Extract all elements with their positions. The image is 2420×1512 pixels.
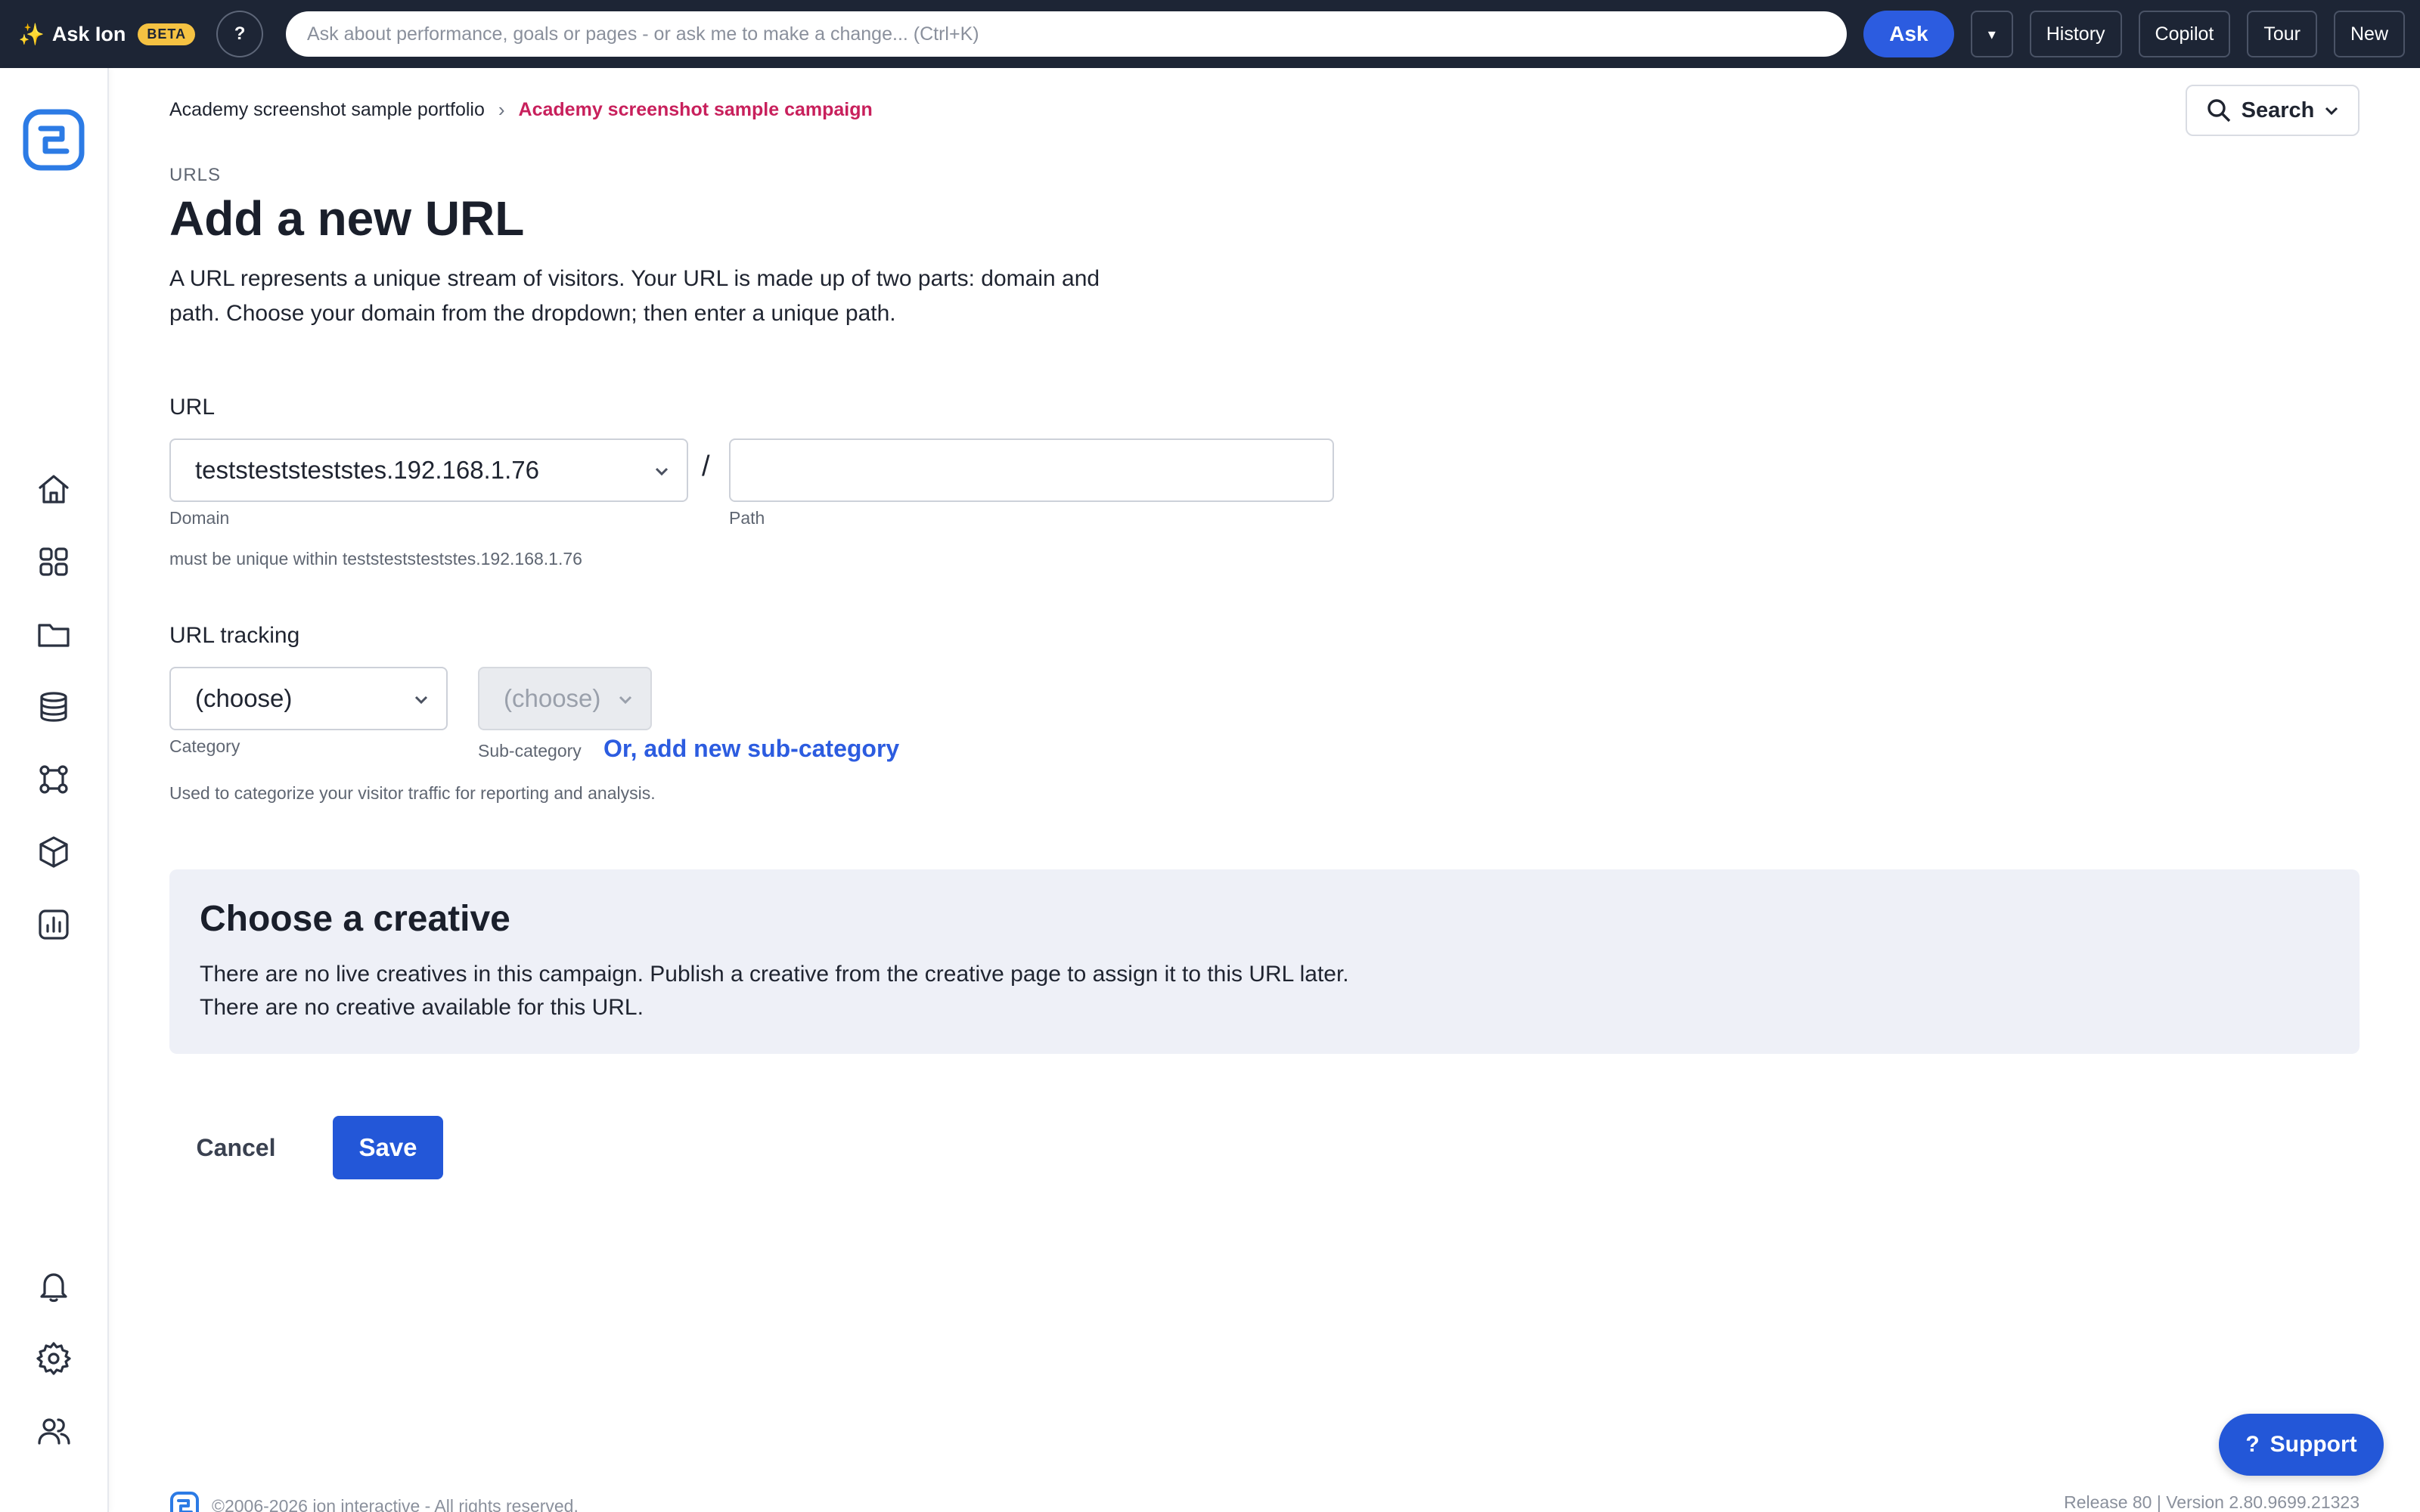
- domain-select-value: teststeststeststes.192.168.1.76: [195, 456, 539, 484]
- category-label: Category: [169, 736, 240, 756]
- left-nav-rail: [0, 68, 109, 1512]
- subcategory-label: Sub-category: [478, 741, 582, 761]
- search-button[interactable]: Search: [2186, 85, 2360, 136]
- ask-button[interactable]: Ask: [1863, 11, 1954, 57]
- domain-select[interactable]: teststeststeststes.192.168.1.76: [169, 438, 688, 502]
- home-icon[interactable]: [33, 469, 74, 510]
- breadcrumb-campaign-link[interactable]: Academy screenshot sample campaign: [519, 99, 873, 121]
- history-button[interactable]: History: [2029, 11, 2122, 57]
- subcategory-select: (choose): [478, 667, 652, 730]
- search-icon: [2207, 99, 2230, 122]
- sparkles-icon: ✨: [18, 22, 45, 46]
- creative-title: Choose a creative: [200, 899, 510, 939]
- footer-logo-icon: [170, 1492, 199, 1512]
- version-info: Release 80 | Version 2.80.9699.21323: [2064, 1492, 2360, 1512]
- folder-icon[interactable]: [33, 614, 74, 655]
- path-label: Path: [729, 508, 765, 528]
- chevron-down-icon: [2325, 107, 2338, 116]
- support-button[interactable]: ? Support: [2219, 1414, 2384, 1476]
- apps-grid-icon[interactable]: [33, 541, 74, 582]
- tour-button[interactable]: Tour: [2247, 11, 2317, 57]
- url-tracking-label: URL tracking: [169, 623, 300, 648]
- domain-label: Domain: [169, 508, 230, 528]
- creative-message-1: There are no live creatives in this camp…: [200, 962, 1349, 987]
- ask-ion-label: Ask Ion: [51, 22, 126, 45]
- url-section-label: URL: [169, 395, 216, 420]
- bell-icon[interactable]: [33, 1266, 74, 1306]
- breadcrumb: Academy screenshot sample portfolio › Ac…: [169, 98, 873, 122]
- section-eyebrow: URLS: [169, 165, 222, 185]
- domain-path-separator: /: [702, 451, 710, 482]
- gear-icon[interactable]: [33, 1338, 74, 1379]
- path-unique-hint: must be unique within teststeststeststes…: [169, 549, 582, 569]
- subcategory-select-value: (choose): [504, 684, 601, 712]
- breadcrumb-portfolio-link[interactable]: Academy screenshot sample portfolio: [169, 99, 485, 121]
- chevron-down-icon: [414, 696, 428, 705]
- add-subcategory-link[interactable]: Or, add new sub-category: [603, 735, 899, 763]
- help-button[interactable]: ?: [216, 11, 263, 57]
- ask-ion-bar: ✨ Ask Ion BETA ? Ask ▾ History Copilot T…: [0, 0, 2420, 68]
- database-icon[interactable]: [33, 686, 74, 727]
- path-input[interactable]: [729, 438, 1334, 502]
- page-title: Add a new URL: [169, 191, 525, 246]
- creative-message-2: There are no creative available for this…: [200, 995, 644, 1020]
- tracking-hint: Used to categorize your visitor traffic …: [169, 783, 656, 803]
- ask-ion-brand[interactable]: ✨ Ask Ion BETA: [18, 22, 196, 47]
- footer-copyright: ©2006-2026 ion interactive - All rights …: [169, 1491, 579, 1512]
- copyright-text: ©2006-2026 ion interactive - All rights …: [212, 1495, 579, 1512]
- app-logo[interactable]: [23, 109, 85, 171]
- chevron-down-icon: [655, 467, 669, 476]
- reports-chart-icon[interactable]: [33, 904, 74, 945]
- ask-ion-input[interactable]: [285, 11, 1848, 57]
- page-intro: A URL represents a unique stream of visi…: [169, 266, 1100, 326]
- cancel-button[interactable]: Cancel: [169, 1116, 302, 1179]
- ask-options-dropdown[interactable]: ▾: [1970, 11, 2013, 57]
- copilot-button[interactable]: Copilot: [2138, 11, 2231, 57]
- help-icon: ?: [2245, 1432, 2260, 1457]
- choose-creative-panel: Choose a creative There are no live crea…: [169, 869, 2360, 1054]
- category-select-value: (choose): [195, 684, 293, 712]
- chevron-down-icon: [619, 696, 632, 705]
- users-icon[interactable]: [33, 1411, 74, 1452]
- new-button[interactable]: New: [2334, 11, 2406, 57]
- search-label: Search: [2241, 98, 2315, 122]
- integrations-icon[interactable]: [33, 759, 74, 800]
- cube-icon[interactable]: [33, 832, 74, 872]
- beta-badge: BETA: [138, 23, 196, 45]
- category-select[interactable]: (choose): [169, 667, 448, 730]
- chevron-right-icon: ›: [498, 98, 505, 121]
- save-button[interactable]: Save: [333, 1116, 443, 1179]
- support-label: Support: [2270, 1432, 2357, 1457]
